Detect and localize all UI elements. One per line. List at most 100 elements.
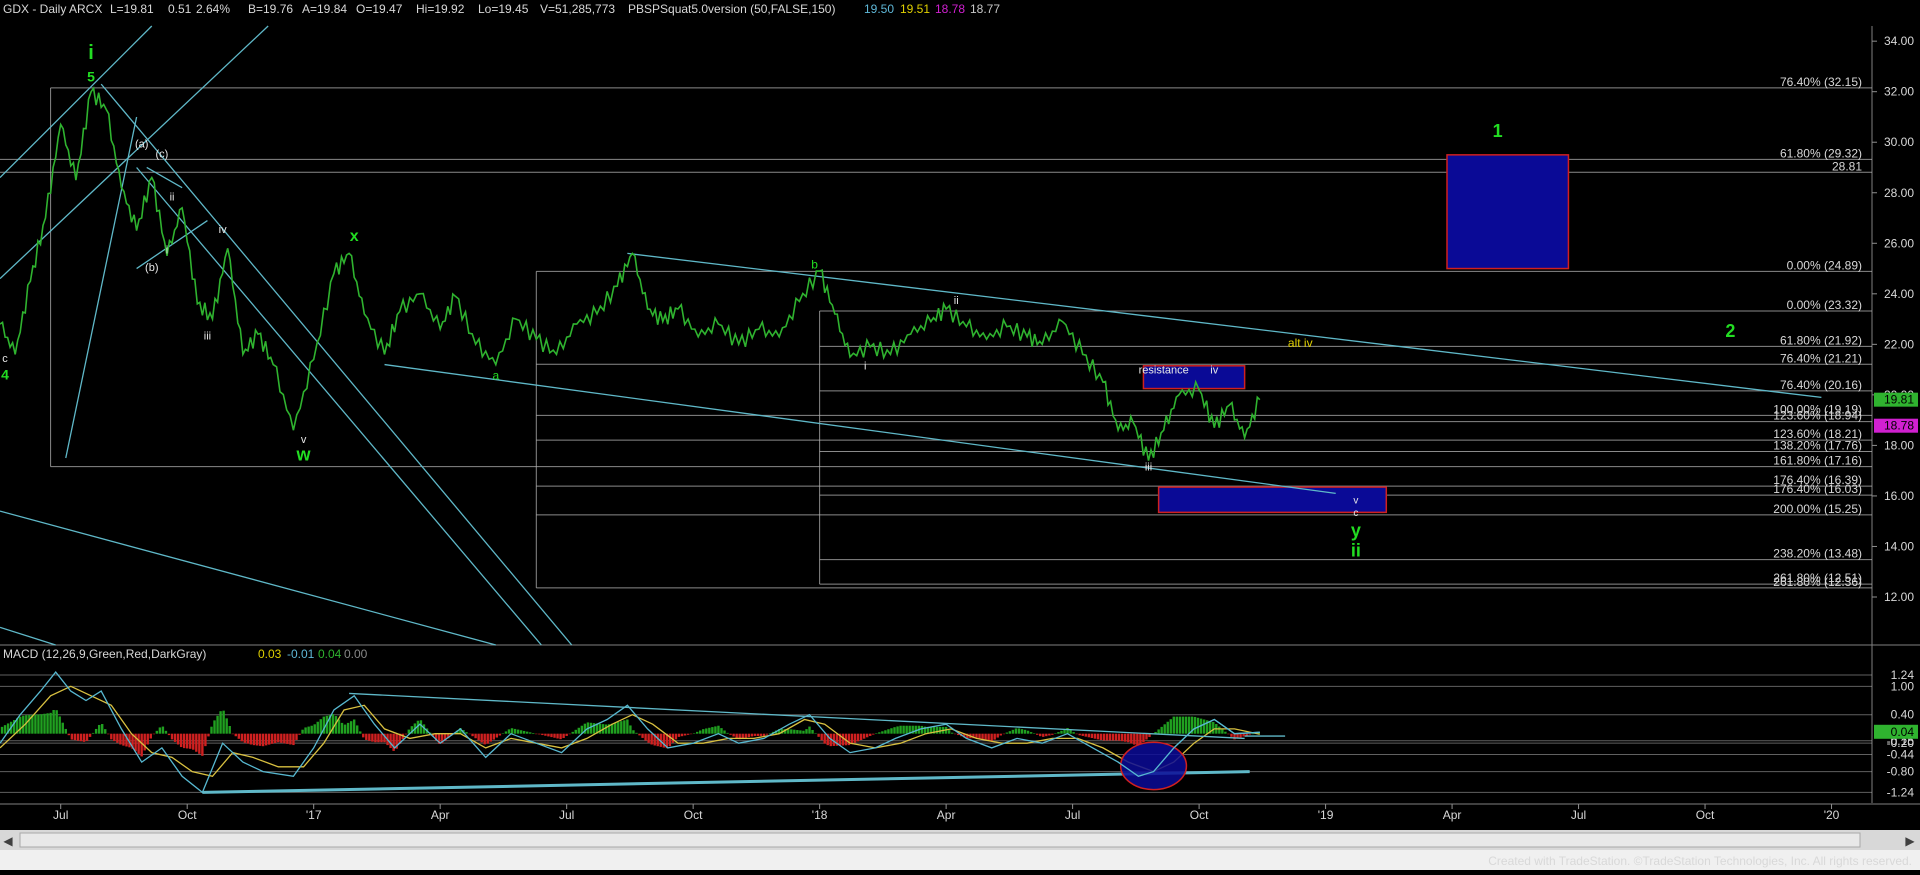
macd-histogram-bar <box>865 733 869 738</box>
macd-histogram-bar <box>182 733 186 749</box>
macd-histogram-bar <box>237 733 241 739</box>
macd-histogram-bar <box>790 729 793 734</box>
macd-histogram-bar <box>1017 728 1021 734</box>
macd-histogram-bar <box>164 730 168 734</box>
macd-histogram-bar <box>1072 732 1075 734</box>
macd-histogram-bar <box>167 733 171 736</box>
wave-label: i <box>166 244 168 256</box>
macd-histogram-bar <box>337 719 341 734</box>
macd-histogram-bar <box>1227 733 1230 735</box>
macd-histogram-bar <box>304 727 307 734</box>
macd-histogram-bar <box>88 733 92 737</box>
macd-histogram-bar <box>307 726 310 734</box>
macd-histogram-bar <box>1051 733 1054 735</box>
macd-histogram-bar <box>1117 733 1121 741</box>
macd-histogram-bar <box>143 733 146 751</box>
scroll-left-icon[interactable]: ◀ <box>3 834 13 848</box>
macd-histogram-bar <box>1160 726 1163 734</box>
macd-histogram-bar <box>1099 733 1103 741</box>
wave-label: (b) <box>145 262 158 274</box>
macd-histogram-bar <box>1221 729 1224 734</box>
macd-histogram-bar <box>216 715 219 734</box>
macd-histogram-bar <box>1166 721 1169 734</box>
macd-histogram-bar <box>647 733 650 743</box>
macd-histogram-bar <box>377 733 380 743</box>
y-tick-label: 12.00 <box>1884 590 1914 604</box>
macd-histogram-bar <box>699 730 702 734</box>
macd-histogram-bar <box>313 724 316 734</box>
macd-histogram-bar <box>1102 733 1106 741</box>
wave-label: ii <box>954 295 959 307</box>
macd-histogram-bar <box>950 732 954 734</box>
scroll-right-icon[interactable]: ▶ <box>1905 834 1915 848</box>
macd-last-flag-label: 0.04 <box>1891 725 1915 739</box>
macd-histogram-bar <box>1133 733 1136 745</box>
macd-histogram-bar <box>1178 716 1182 734</box>
wave-label: iii <box>204 330 211 342</box>
macd-histogram-bar <box>1136 733 1139 746</box>
macd-histogram-bar <box>477 733 480 741</box>
macd-histogram-bar <box>1069 730 1072 734</box>
macd-histogram-bar <box>504 731 508 734</box>
macd-tick-label: -0.80 <box>1887 765 1915 779</box>
macd-histogram-bar <box>319 719 322 734</box>
macd-histogram-bar <box>768 733 772 734</box>
macd-histogram-bar <box>277 733 280 743</box>
macd-histogram-bar <box>1172 716 1175 734</box>
x-tick-label: Oct <box>178 808 197 822</box>
macd-histogram-bar <box>1120 733 1124 742</box>
macd-histogram-bar <box>547 733 550 737</box>
macd-histogram-bar <box>1060 730 1063 734</box>
macd-histogram-bar <box>116 733 119 743</box>
macd-histogram-bar <box>550 733 553 738</box>
price-chart-svg[interactable]: 76.40% (32.15)61.80% (29.32)28.810.00% (… <box>0 0 1920 870</box>
wave-label: ii <box>1351 541 1361 561</box>
y-tick-label: 18.00 <box>1884 438 1914 452</box>
macd-label: MACD (12,26,9,Green,Red,DarkGray) <box>3 647 206 661</box>
macd-histogram-bar <box>680 733 684 737</box>
macd-histogram-bar <box>1090 733 1094 739</box>
wave-label: c <box>2 353 8 365</box>
wave-label: i <box>864 361 866 373</box>
scrollbar-thumb[interactable] <box>19 832 1861 848</box>
wave-label: y <box>1351 520 1361 540</box>
macd-histogram-bar <box>920 725 924 734</box>
macd-histogram-bar <box>198 733 201 754</box>
y-tick-label: 32.00 <box>1884 85 1914 99</box>
macd-histogram-bar <box>1242 733 1245 737</box>
macd-histogram-bar <box>37 714 40 734</box>
macd-histogram-bar <box>1078 733 1081 736</box>
macd-histogram-bar <box>674 733 678 740</box>
macd-histogram-bar <box>747 733 750 738</box>
macd-histogram-bar <box>82 733 86 742</box>
macd-histogram-bar <box>1196 717 1200 734</box>
macd-histogram-bar <box>225 718 228 734</box>
macd-histogram-bar <box>525 731 529 734</box>
macd-histogram-bar <box>1163 724 1166 734</box>
macd-histogram-bar <box>152 733 156 735</box>
macd-histogram-bar <box>869 733 872 736</box>
macd-histogram-bar <box>274 733 277 744</box>
macd-histogram-bar <box>1108 733 1112 741</box>
macd-histogram-bar <box>34 714 37 734</box>
macd-histogram-bar <box>1175 716 1179 734</box>
macd-histogram-bar <box>465 732 468 734</box>
macd-histogram-bar <box>501 733 505 734</box>
macd-histogram-bar <box>492 733 496 740</box>
macd-histogram-bar <box>362 733 365 738</box>
macd-histogram-bar <box>498 733 502 736</box>
macd-histogram-bar <box>741 733 744 739</box>
macd-histogram-bar <box>862 733 866 739</box>
macd-histogram-bar <box>179 733 183 748</box>
macd-histogram-bar <box>316 721 319 734</box>
macd-histogram-bar <box>519 730 523 734</box>
macd-histogram-bar <box>571 731 574 734</box>
macd-histogram-bar <box>343 724 347 734</box>
macd-histogram-bar <box>759 733 763 736</box>
macd-histogram-bar <box>541 733 544 736</box>
x-tick-label: Apr <box>937 808 956 822</box>
macd-histogram-bar <box>146 733 149 745</box>
wave-label: b <box>811 258 818 272</box>
macd-histogram-bar <box>240 733 244 742</box>
macd-histogram-bar <box>1111 733 1115 741</box>
